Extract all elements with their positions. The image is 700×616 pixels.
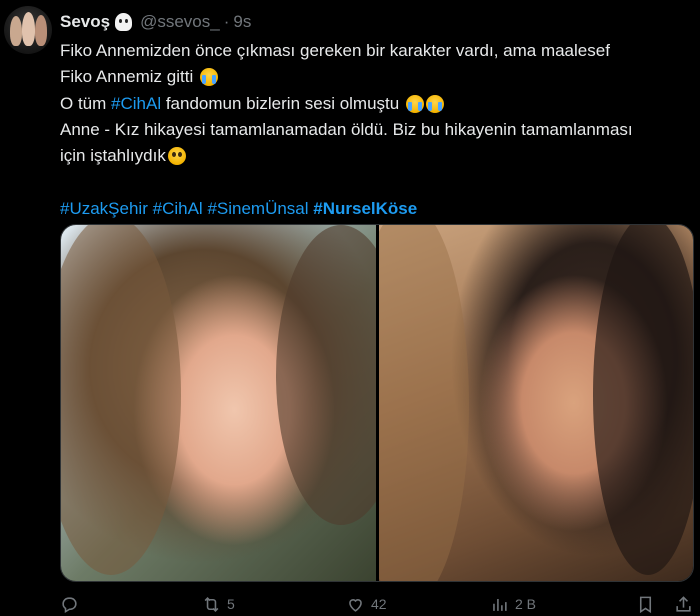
loudly-crying-face-icon <box>405 94 424 113</box>
like-count: 42 <box>371 596 387 612</box>
tweet-line: Fiko Annemizden önce çıkması gereken bir… <box>60 41 610 60</box>
loudly-crying-face-icon <box>199 68 218 87</box>
like-button[interactable]: 42 <box>346 595 387 614</box>
reply-icon <box>62 596 77 613</box>
tweet-line: O tüm #CihAl fandomun bizlerin sesi olmu… <box>60 91 694 117</box>
ghost-emoji-icon <box>115 13 133 31</box>
photo-young-woman-crying[interactable] <box>61 225 376 581</box>
loudly-crying-face-icon <box>425 94 444 113</box>
retweet-button[interactable]: 5 <box>202 595 235 614</box>
bookmark-icon <box>639 596 652 613</box>
media-grid <box>60 224 694 582</box>
retweet-count: 5 <box>227 596 235 612</box>
tweet-header: Sevoş @ssevos_ · 9s <box>60 10 251 34</box>
separator-dot: · <box>223 12 230 31</box>
timestamp[interactable]: 9s <box>233 12 251 32</box>
photo-older-woman-injured[interactable] <box>378 225 693 581</box>
heart-icon <box>349 598 362 612</box>
hashtag-row: #UzakŞehir #CihAl #SinemÜnsal #NurselKös… <box>60 196 694 222</box>
share-icon <box>676 595 691 612</box>
views-chart-icon <box>493 598 507 611</box>
retweet-icon <box>204 596 219 612</box>
reply-button[interactable] <box>60 595 79 614</box>
avatar[interactable] <box>4 6 52 54</box>
action-bar: 5 42 2 B <box>60 592 694 616</box>
share-button[interactable] <box>674 595 693 614</box>
hashtag-link[interactable]: #NurselKöse <box>313 196 417 222</box>
tweet-line: Anne - Kız hikayesi tamamlanamadan öldü.… <box>60 119 633 139</box>
hashtag-link[interactable]: #CihAl <box>111 91 161 117</box>
hashtag-link[interactable]: #UzakŞehir <box>60 196 148 222</box>
pleading-face-icon <box>167 147 186 166</box>
tweet-line: için iştahlıydık <box>60 143 694 169</box>
user-handle[interactable]: @ssevos_ <box>140 12 220 32</box>
hashtag-link[interactable]: #SinemÜnsal <box>207 196 308 222</box>
tweet-text: Fiko Annemizden önce çıkması gereken bir… <box>60 38 694 222</box>
views-button[interactable]: 2 B <box>490 595 536 614</box>
bookmark-button[interactable] <box>636 595 655 614</box>
tweet-line: Fiko Annemiz gitti <box>60 64 694 90</box>
display-name[interactable]: Sevoş <box>60 12 110 32</box>
hashtag-link[interactable]: #CihAl <box>153 196 203 222</box>
views-count: 2 B <box>515 596 537 612</box>
